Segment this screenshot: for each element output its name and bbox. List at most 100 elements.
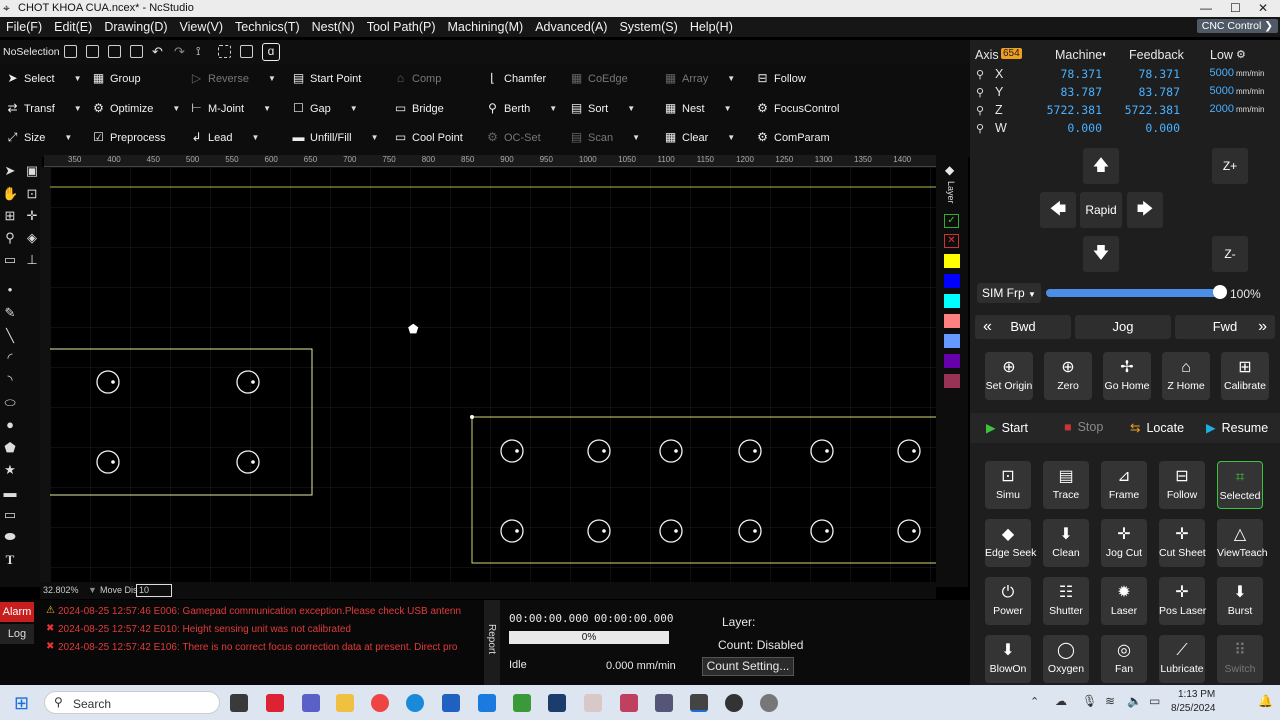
gear-icon[interactable]: ⚙: [1236, 48, 1246, 61]
pen-icon[interactable]: ✎: [2, 305, 18, 321]
count-setting-button[interactable]: Count Setting...: [702, 657, 794, 676]
layer-visible-icon[interactable]: ✓: [944, 214, 959, 228]
app-green-icon[interactable]: [513, 694, 531, 712]
set-origin-button[interactable]: ⊕ Set Origin: [985, 352, 1033, 400]
cnc-control-button[interactable]: CNC Control ❯: [1196, 19, 1278, 33]
layer-color-swatch[interactable]: [944, 294, 960, 308]
task-view-icon[interactable]: [230, 694, 248, 712]
notification-icon[interactable]: 🔔: [1258, 694, 1273, 708]
axis-speed[interactable]: 2000: [1200, 103, 1234, 115]
ribbon-size-button[interactable]: ⤢ Size ▼: [6, 131, 73, 144]
layer-color-swatch[interactable]: [944, 254, 960, 268]
select-tool-icon[interactable]: ➤: [2, 163, 18, 179]
fan-button[interactable]: ◎ Fan: [1101, 635, 1147, 683]
ribbon-optimize-button[interactable]: ⚙ Optimize ▼: [92, 102, 180, 115]
origin-icon[interactable]: ⊥: [24, 252, 40, 268]
teams-icon[interactable]: [302, 694, 320, 712]
node-tool-icon[interactable]: ▣: [24, 163, 40, 179]
power-button[interactable]: ⏻ Power: [985, 577, 1031, 625]
dropdown-caret-icon[interactable]: ▼: [632, 133, 640, 142]
open-icon[interactable]: [108, 45, 121, 58]
speed-slider-knob[interactable]: [1213, 285, 1227, 299]
alarm-line[interactable]: 2024-08-25 12:57:46 E006: Gamepad commun…: [58, 606, 482, 617]
ribbon-scan-button[interactable]: ▤ Scan ▼: [570, 131, 640, 144]
ribbon-bridge-button[interactable]: ▭ Bridge: [394, 102, 444, 115]
jog-right-button[interactable]: 🡆: [1127, 192, 1163, 228]
edge-icon[interactable]: [406, 694, 424, 712]
rounded-rect-icon[interactable]: ▭: [2, 507, 18, 523]
zoom-fit-icon[interactable]: ⊞: [2, 208, 18, 224]
dropdown-caret-icon[interactable]: ▼: [251, 133, 259, 142]
file-explorer-icon[interactable]: [336, 694, 354, 712]
drawing-canvas[interactable]: ⬟: [50, 167, 936, 582]
simu-button[interactable]: ⊡ Simu: [985, 461, 1031, 509]
jog-cut-button[interactable]: ✛ Jog Cut: [1101, 519, 1147, 567]
burst-button[interactable]: ⬇ Burst: [1217, 577, 1263, 625]
layer-color-swatch[interactable]: [944, 314, 960, 328]
save-icon[interactable]: [130, 45, 143, 58]
app-blue-icon[interactable]: [548, 694, 566, 712]
dropdown-caret-icon[interactable]: ▼: [268, 74, 276, 83]
move-dropdown-icon[interactable]: ▼: [88, 585, 97, 595]
maximize-icon[interactable]: ☐: [1230, 1, 1241, 15]
measure-icon[interactable]: ▭: [2, 252, 18, 268]
menu-technics[interactable]: Technics(T): [229, 20, 306, 34]
alarm-line[interactable]: 2024-08-25 12:57:42 E010: Height sensing…: [58, 624, 482, 635]
ellipse-icon[interactable]: ⬭: [2, 395, 18, 411]
menu-help[interactable]: Help(H): [684, 20, 739, 34]
dropdown-caret-icon[interactable]: ▼: [74, 74, 82, 83]
arc2-icon[interactable]: ◝: [2, 372, 18, 388]
ribbon-array-button[interactable]: ▦ Array ▼: [664, 72, 735, 85]
layer-color-swatch[interactable]: [944, 354, 960, 368]
tray-mic-icon[interactable]: 🎙: [1082, 694, 1097, 708]
taskbar-search[interactable]: ⚲ Search: [44, 691, 220, 714]
menu-nest[interactable]: Nest(N): [306, 20, 361, 34]
follow-button[interactable]: ⊟ Follow: [1159, 461, 1205, 509]
sim-select[interactable]: SIM Frp ▼: [977, 283, 1041, 303]
ribbon-start-point-button[interactable]: ▤ Start Point: [292, 72, 362, 85]
volume-icon[interactable]: 🔈: [1127, 694, 1142, 708]
tray-network-icon[interactable]: ☁: [1055, 694, 1067, 708]
app-pink-icon[interactable]: [584, 694, 602, 712]
ribbon-unfill-fill-button[interactable]: ▬ Unfill/Fill ▼: [292, 131, 379, 144]
circle-icon[interactable]: ●: [2, 417, 18, 433]
pan-tool-icon[interactable]: ✋: [2, 186, 18, 202]
app-badge-icon[interactable]: [266, 694, 284, 712]
layer-hidden-icon[interactable]: ✕: [944, 234, 959, 248]
camera-icon[interactable]: [655, 694, 673, 712]
dropbox-icon[interactable]: [478, 694, 496, 712]
clean-button[interactable]: ⬇ Clean: [1043, 519, 1089, 567]
locate-button[interactable]: ⇆ Locate: [1130, 420, 1184, 435]
chrome-icon[interactable]: [371, 694, 389, 712]
menu-advanced[interactable]: Advanced(A): [529, 20, 613, 34]
go-home-button[interactable]: ✢ Go Home: [1103, 352, 1151, 400]
app-red-icon[interactable]: [620, 694, 638, 712]
resume-button[interactable]: ▶ Resume: [1206, 420, 1268, 435]
layer-color-swatch[interactable]: [944, 334, 960, 348]
point-icon[interactable]: •: [2, 282, 18, 298]
app-dark-icon[interactable]: [725, 694, 743, 712]
cross-icon[interactable]: ✛: [24, 208, 40, 224]
obround-icon[interactable]: ⬬: [2, 529, 18, 545]
z-plus-button[interactable]: Z+: [1212, 148, 1248, 184]
dropdown-caret-icon[interactable]: ▼: [549, 104, 557, 113]
ribbon-lead-button[interactable]: ↲ Lead ▼: [190, 131, 259, 144]
rapid-button[interactable]: Rapid: [1080, 192, 1122, 228]
bwd-button[interactable]: «Bwd: [975, 315, 1071, 339]
jog-down-button[interactable]: 🡇: [1083, 236, 1119, 272]
pos-laser-button[interactable]: ✛ Pos Laser: [1159, 577, 1206, 625]
ribbon-gap-button[interactable]: ☐ Gap ▼: [292, 102, 358, 115]
axis-speed[interactable]: 5000: [1200, 85, 1234, 97]
lubricate-button[interactable]: ⟋ Lubricate: [1159, 635, 1205, 683]
undo-icon[interactable]: ↶: [152, 44, 163, 60]
switch-button[interactable]: ⠿ Switch: [1217, 635, 1263, 683]
stop-button[interactable]: ■ Stop: [1064, 420, 1103, 434]
axis-pin-icon[interactable]: ⚲: [976, 86, 984, 99]
menu-drawing[interactable]: Drawing(D): [98, 20, 173, 34]
cut-sheet-button[interactable]: ✛ Cut Sheet: [1159, 519, 1206, 567]
menu-machining[interactable]: Machining(M): [441, 20, 529, 34]
ribbon-coedge-button[interactable]: ▦ CoEdge: [570, 72, 628, 85]
arc-icon[interactable]: ◜: [2, 350, 18, 366]
alarm-tab[interactable]: Alarm: [0, 602, 34, 622]
layer-color-swatch[interactable]: [944, 274, 960, 288]
